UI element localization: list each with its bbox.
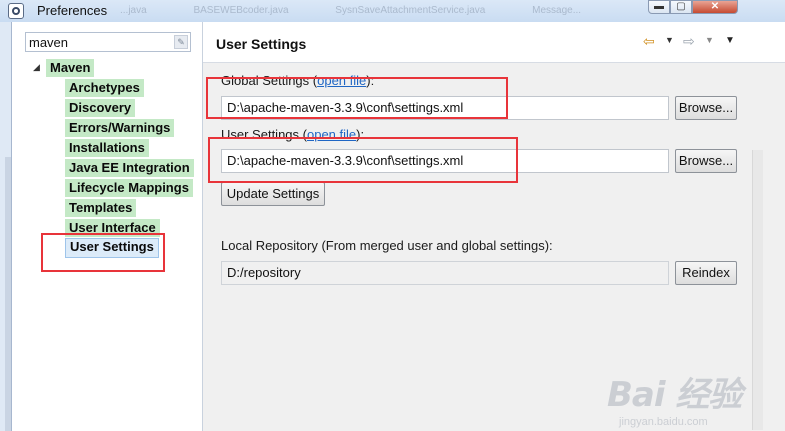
background-tab: BASEWEBcoder.java bbox=[193, 5, 289, 16]
annotation-box-user-settings bbox=[41, 233, 165, 272]
back-history-dropdown-icon[interactable]: ▼ bbox=[665, 35, 674, 45]
baidu-watermark-logo: Bai 经验 jingyan.baidu.com bbox=[607, 375, 742, 428]
window-title: Preferences bbox=[37, 3, 108, 18]
maximize-button[interactable]: ▢ bbox=[670, 0, 692, 14]
tree-item-discovery[interactable]: Discovery bbox=[65, 99, 136, 117]
local-repository-field: D:/repository bbox=[221, 261, 669, 285]
forward-arrow-icon[interactable]: ⇨ bbox=[683, 33, 695, 50]
background-tab: ...java bbox=[120, 5, 147, 16]
preferences-dialog: ✎ ◢ Maven Archetypes Discovery Errors/Wa… bbox=[5, 22, 785, 431]
background-tab: Message... bbox=[532, 5, 582, 16]
tree-item-lifecycle-mappings[interactable]: Lifecycle Mappings bbox=[65, 179, 193, 197]
reindex-button[interactable]: Reindex bbox=[675, 261, 737, 285]
title-bar: Preferences ...java BASEWEBcoder.java Sy… bbox=[0, 0, 785, 22]
update-settings-button[interactable]: Update Settings bbox=[221, 182, 325, 206]
view-menu-icon[interactable]: ▼ bbox=[725, 35, 735, 46]
preferences-app-icon bbox=[8, 3, 24, 19]
tree-item-maven[interactable]: Maven bbox=[46, 59, 95, 77]
global-browse-button[interactable]: Browse... bbox=[675, 96, 737, 120]
page-header: User Settings ⇦ ▼ ⇨ ▼ ▼ bbox=[203, 22, 785, 63]
tree-item-errors-warnings[interactable]: Errors/Warnings bbox=[65, 119, 175, 137]
background-tab: SysnSaveAttachmentService.java bbox=[335, 5, 486, 16]
annotation-box-user-settings-field bbox=[208, 137, 518, 183]
filter-box: ✎ bbox=[25, 32, 191, 52]
forward-history-dropdown-icon[interactable]: ▼ bbox=[705, 35, 714, 45]
tree-item-installations[interactable]: Installations bbox=[65, 139, 149, 157]
preferences-tree-panel: ✎ ◢ Maven Archetypes Discovery Errors/Wa… bbox=[12, 22, 203, 431]
filter-input[interactable] bbox=[26, 33, 169, 51]
minimize-button[interactable]: ▬ bbox=[648, 0, 670, 14]
annotation-box-global-settings bbox=[206, 77, 508, 119]
local-repository-label: Local Repository (From merged user and g… bbox=[221, 238, 553, 253]
back-arrow-icon[interactable]: ⇦ bbox=[643, 33, 655, 50]
close-button[interactable]: ✕ bbox=[692, 0, 738, 14]
tree-item-templates[interactable]: Templates bbox=[65, 199, 137, 217]
collapse-triangle-icon[interactable]: ◢ bbox=[33, 62, 40, 73]
user-browse-button[interactable]: Browse... bbox=[675, 149, 737, 173]
outer-scrollbar[interactable] bbox=[5, 157, 11, 431]
page-title: User Settings bbox=[216, 36, 307, 52]
clear-filter-icon[interactable]: ✎ bbox=[174, 35, 188, 49]
tree-item-archetypes[interactable]: Archetypes bbox=[65, 79, 144, 97]
tree-item-java-ee-integration[interactable]: Java EE Integration bbox=[65, 159, 194, 177]
background-editor-tabs: ...java BASEWEBcoder.java SysnSaveAttach… bbox=[120, 5, 625, 16]
